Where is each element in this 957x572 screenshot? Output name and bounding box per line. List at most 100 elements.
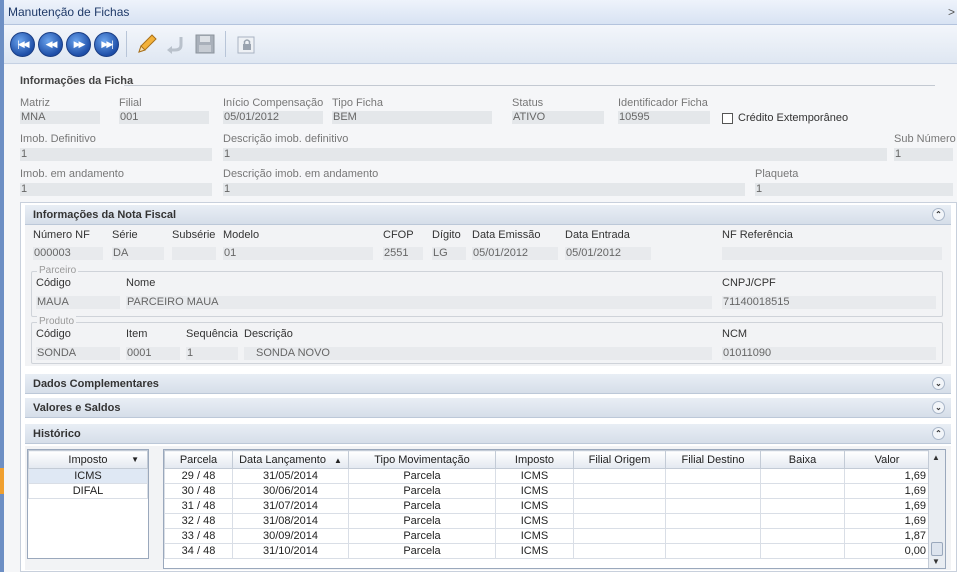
numero-nf-field[interactable]: 000003	[33, 247, 103, 260]
table-row[interactable]: 30 / 48 30/06/2014 Parcela ICMS 1,69	[164, 483, 930, 499]
cell-baixa	[760, 513, 845, 529]
ncm-field[interactable]: 01011090	[722, 347, 936, 360]
close-icon[interactable]: >	[948, 5, 955, 19]
cell-filial-destino	[665, 528, 761, 544]
imposto-row[interactable]: DIFAL	[28, 483, 148, 499]
save-icon[interactable]	[192, 31, 218, 57]
cell-data-lancamento: 31/05/2014	[232, 468, 349, 484]
historico-title: Histórico	[33, 428, 81, 440]
historico-header[interactable]: Histórico ⌃	[25, 424, 951, 444]
inicio-compensacao-field[interactable]: 05/01/2012	[223, 111, 323, 124]
cell-filial-destino	[665, 468, 761, 484]
column-header-filial-destino[interactable]: Filial Destino	[665, 450, 761, 469]
imposto-table: Imposto ▼ ICMS DIFAL	[28, 450, 148, 499]
first-record-icon[interactable]: |◀◀	[10, 31, 35, 57]
toolbar-separator	[126, 31, 127, 57]
parceiro-codigo-field[interactable]: MAUA	[36, 296, 120, 309]
table-row[interactable]: 34 / 48 31/10/2014 Parcela ICMS 0,00	[164, 543, 930, 559]
nf-referencia-label: NF Referência	[722, 229, 793, 241]
parceiro-nome-field[interactable]: PARCEIRO MAUA	[126, 296, 712, 309]
scrollbar-thumb[interactable]	[931, 542, 943, 556]
table-row[interactable]: 29 / 48 31/05/2014 Parcela ICMS 1,69	[164, 468, 930, 484]
produto-item-field[interactable]: 0001	[126, 347, 180, 360]
dropdown-arrow-icon[interactable]: ▼	[131, 455, 139, 464]
imposto-cell: ICMS	[28, 468, 148, 484]
cnpj-field[interactable]: 71140018515	[722, 296, 936, 309]
cfop-label: CFOP	[383, 229, 414, 241]
pencil-icon[interactable]	[134, 31, 160, 57]
undo-icon[interactable]	[163, 31, 189, 57]
data-entrada-field[interactable]: 05/01/2012	[565, 247, 651, 260]
subserie-field[interactable]	[172, 247, 216, 260]
vertical-scrollbar[interactable]: ▲ ▼	[928, 450, 945, 568]
serie-field[interactable]: DA	[112, 247, 164, 260]
scroll-up-icon[interactable]: ▲	[932, 453, 940, 462]
ficha-section-title: Informações da Ficha	[20, 75, 134, 87]
scroll-down-icon[interactable]: ▼	[932, 557, 940, 566]
credito-extemporaneo-checkbox[interactable]	[722, 113, 733, 124]
column-header-filial-origem[interactable]: Filial Origem	[573, 450, 666, 469]
valores-saldos-header[interactable]: Valores e Saldos ⌄	[25, 398, 951, 418]
imob-andamento-field[interactable]: 1	[20, 183, 212, 196]
nf-referencia-field[interactable]	[722, 247, 942, 260]
desc-imob-andamento-field[interactable]: 1	[223, 183, 745, 196]
imposto-column-header[interactable]: Imposto ▼	[28, 450, 148, 469]
main-area: Informações da Ficha Matriz MNA Filial 0…	[4, 65, 957, 572]
chevron-down-icon[interactable]: ⌄	[932, 377, 945, 390]
cell-filial-origem	[573, 468, 666, 484]
table-row[interactable]: 32 / 48 31/08/2014 Parcela ICMS 1,69	[164, 513, 930, 529]
section-divider	[124, 85, 935, 86]
produto-sequencia-field[interactable]: 1	[186, 347, 238, 360]
window-title: Manutenção de Fichas	[8, 5, 130, 19]
dados-complementares-header[interactable]: Dados Complementares ⌄	[25, 374, 951, 394]
column-header-parcela[interactable]: Parcela	[164, 450, 233, 469]
table-row[interactable]: 31 / 48 31/07/2014 Parcela ICMS 1,69	[164, 498, 930, 514]
lock-icon[interactable]	[233, 31, 259, 57]
imob-definitivo-field[interactable]: 1	[20, 148, 212, 161]
cfop-field[interactable]: 2551	[383, 247, 423, 260]
cell-baixa	[760, 543, 845, 559]
next-record-icon[interactable]: ▶▶	[66, 31, 91, 57]
last-record-icon[interactable]: ▶▶|	[94, 31, 119, 57]
cell-filial-origem	[573, 513, 666, 529]
status-field[interactable]: ATIVO	[512, 111, 604, 124]
desc-imob-definitivo-field[interactable]: 1	[223, 148, 887, 161]
cell-parcela: 34 / 48	[164, 543, 233, 559]
produto-descricao-field[interactable]: SONDA NOVO	[244, 347, 712, 360]
identificador-field[interactable]: 10595	[618, 111, 710, 124]
filial-field[interactable]: 001	[119, 111, 209, 124]
column-header-baixa[interactable]: Baixa	[760, 450, 845, 469]
column-header-tipo-movimentacao[interactable]: Tipo Movimentação	[348, 450, 496, 469]
data-entrada-label: Data Entrada	[565, 229, 630, 241]
cell-parcela: 33 / 48	[164, 528, 233, 544]
column-header-data-lancamento[interactable]: Data Lançamento ▲	[232, 450, 349, 469]
digito-field[interactable]: LG	[432, 247, 466, 260]
modelo-field[interactable]: 01	[223, 247, 373, 260]
produto-descricao-label: Descrição	[244, 328, 293, 340]
cell-baixa	[760, 528, 845, 544]
column-header-label: Parcela	[179, 453, 218, 466]
cell-parcela: 31 / 48	[164, 498, 233, 514]
chevron-up-icon[interactable]: ⌃	[932, 208, 945, 221]
previous-record-icon[interactable]: ◀◀	[38, 31, 63, 57]
column-header-imposto[interactable]: Imposto	[495, 450, 574, 469]
tipo-ficha-field[interactable]: BEM	[332, 111, 492, 124]
historico-grid: Parcela Data Lançamento ▲ Tipo Movimentação…	[163, 449, 946, 569]
valores-saldos-title: Valores e Saldos	[33, 402, 121, 414]
matriz-field[interactable]: MNA	[20, 111, 100, 124]
imposto-row[interactable]: ICMS	[28, 468, 148, 484]
column-header-valor[interactable]: Valor	[844, 450, 930, 469]
chevron-up-icon[interactable]: ⌃	[932, 427, 945, 440]
produto-sequencia-label: Sequência	[186, 328, 238, 340]
table-row[interactable]: 33 / 48 30/09/2014 Parcela ICMS 1,87	[164, 528, 930, 544]
produto-codigo-field[interactable]: SONDA	[36, 347, 120, 360]
nota-fiscal-header[interactable]: Informações da Nota Fiscal ⌃	[25, 205, 951, 225]
cell-filial-origem	[573, 528, 666, 544]
sub-numero-field[interactable]: 1	[894, 148, 953, 161]
chevron-down-icon[interactable]: ⌄	[932, 401, 945, 414]
data-emissao-field[interactable]: 05/01/2012	[472, 247, 558, 260]
plaqueta-field[interactable]: 1	[755, 183, 953, 196]
filial-label: Filial	[119, 97, 142, 109]
column-header-label: Data Lançamento	[239, 453, 326, 466]
parceiro-group-title: Parceiro	[37, 265, 79, 276]
